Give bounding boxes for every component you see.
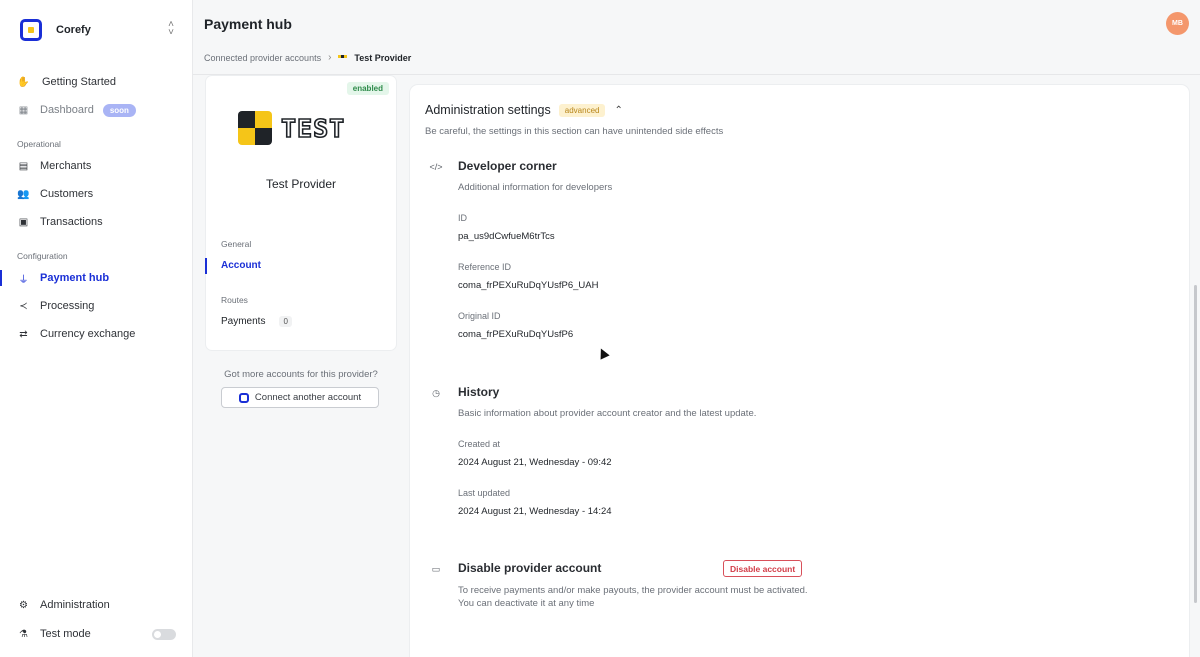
nav-label: Customers [40, 188, 94, 200]
code-icon: </> [429, 162, 443, 172]
original-id-label: Original ID [458, 311, 501, 321]
admin-settings-subtitle: Be careful, the settings in this section… [425, 126, 724, 137]
id-value: pa_us9dCwfueM6trTcs [458, 231, 555, 242]
history-title: History [458, 385, 500, 399]
nav-label: Getting Started [42, 76, 116, 88]
breadcrumb: Connected provider accounts › Test Provi… [204, 52, 411, 63]
more-accounts-text: Got more accounts for this provider? [224, 369, 378, 380]
flask-icon: ⚗ [19, 628, 28, 640]
corefy-logo [20, 19, 42, 41]
nav-label: Payment hub [40, 272, 110, 284]
chevron-right-icon: › [328, 52, 332, 63]
users-icon: 👥 [17, 188, 30, 200]
nav-label: Transactions [40, 216, 103, 228]
nav-processing[interactable]: ≺ Processing [0, 294, 192, 318]
test-logo-mark [238, 111, 272, 145]
nav-label: Processing [40, 300, 95, 312]
tab-payments-label: Payments [221, 316, 266, 327]
page-title: Payment hub [204, 16, 292, 32]
developer-corner-subtitle: Additional information for developers [458, 182, 613, 193]
admin-settings-title: Administration settings [425, 103, 551, 117]
id-label: ID [458, 213, 467, 223]
nav-administration[interactable]: ⚙ Administration [0, 593, 192, 617]
breadcrumb-current: Test Provider [354, 52, 412, 63]
corefy-icon [238, 392, 249, 403]
sidebar: Corefy ˄ ˅ ✋ Getting Started ▦ Dashboard … [0, 0, 193, 657]
test-logo-word: TEST [280, 113, 346, 144]
dashboard-icon: ▦ [18, 104, 29, 116]
test-mode-toggle[interactable] [152, 629, 176, 640]
transactions-icon: ▣ [18, 216, 29, 228]
share-icon: ≺ [19, 300, 28, 312]
provider-card: enabled TEST Test Provider General Accou… [205, 76, 396, 350]
section-label-configuration: Configuration [17, 251, 68, 261]
created-at-label: Created at [458, 439, 501, 449]
last-updated-label: Last updated [458, 488, 511, 498]
header: Payment hub MB Connected provider accoun… [193, 0, 1200, 75]
nav-customers[interactable]: 👥 Customers [0, 182, 192, 206]
avatar[interactable]: MB [1166, 12, 1189, 35]
connect-button-label: Connect another account [254, 392, 362, 403]
nav-getting-started[interactable]: ✋ Getting Started [0, 70, 192, 94]
connect-another-account-button[interactable]: Connect another account [221, 387, 379, 408]
developer-corner-title: Developer corner [458, 159, 557, 173]
reference-id-value: coma_frPEXuRuDqYUsfP6_UAH [458, 280, 599, 291]
disable-account-icon: ▭ [431, 563, 441, 574]
breadcrumb-parent[interactable]: Connected provider accounts [204, 53, 321, 63]
section-label-operational: Operational [17, 139, 61, 149]
routes-section-label: Routes [221, 295, 248, 305]
plug-icon: ⏚ [18, 274, 29, 286]
status-badge: enabled [346, 82, 389, 95]
test-provider-logo: TEST [238, 110, 364, 146]
scrollbar[interactable] [1194, 285, 1197, 603]
nav-transactions[interactable]: ▣ Transactions [0, 210, 192, 234]
nav-label: Merchants [40, 160, 92, 172]
nav-label: Test mode [40, 628, 91, 640]
nav-label: Currency exchange [40, 328, 136, 340]
tab-payments[interactable]: Payments 0 [221, 316, 292, 327]
nav-payment-hub[interactable]: ⏚ Payment hub [0, 266, 192, 290]
disable-provider-description: To receive payments and/or make payouts,… [458, 585, 808, 609]
test-provider-icon [338, 54, 348, 61]
store-icon: ▤ [18, 160, 29, 172]
exchange-icon: ⇄ [19, 328, 28, 340]
administration-panel: Administration settings advanced ⌃ Be ca… [410, 85, 1189, 657]
gear-icon: ⚙ [19, 599, 28, 611]
disable-provider-title: Disable provider account [458, 561, 602, 575]
original-id-value: coma_frPEXuRuDqYUsfP6 [458, 329, 574, 340]
payments-count-badge: 0 [279, 316, 292, 327]
chevron-up-down-icon[interactable]: ˄ ˅ [168, 20, 174, 38]
history-icon: ◷ [432, 387, 440, 398]
created-at-value: 2024 August 21, Wednesday - 09:42 [458, 457, 612, 468]
waving-hand-icon: ✋ [17, 76, 30, 88]
org-switcher[interactable]: Corefy ˄ ˅ [20, 18, 180, 42]
nav-dashboard[interactable]: ▦ Dashboard soon [0, 98, 192, 122]
admin-settings-header[interactable]: Administration settings advanced ⌃ [425, 103, 623, 117]
reference-id-label: Reference ID [458, 262, 512, 272]
soon-badge: soon [102, 103, 136, 117]
nav-currency-exchange[interactable]: ⇄ Currency exchange [0, 322, 192, 346]
history-subtitle: Basic information about provider account… [458, 408, 757, 419]
nav-label: Dashboard [40, 104, 94, 116]
last-updated-value: 2024 August 21, Wednesday - 14:24 [458, 506, 612, 517]
chevron-up-icon[interactable]: ⌃ [614, 105, 622, 116]
tab-account[interactable]: Account [205, 258, 261, 274]
provider-name: Test Provider [265, 177, 337, 191]
nav-label: Administration [40, 599, 110, 611]
advanced-badge: advanced [558, 103, 606, 117]
nav-merchants[interactable]: ▤ Merchants [0, 154, 192, 178]
org-name: Corefy [56, 24, 91, 36]
general-section-label: General [221, 239, 252, 249]
disable-account-button[interactable]: Disable account [723, 560, 803, 577]
